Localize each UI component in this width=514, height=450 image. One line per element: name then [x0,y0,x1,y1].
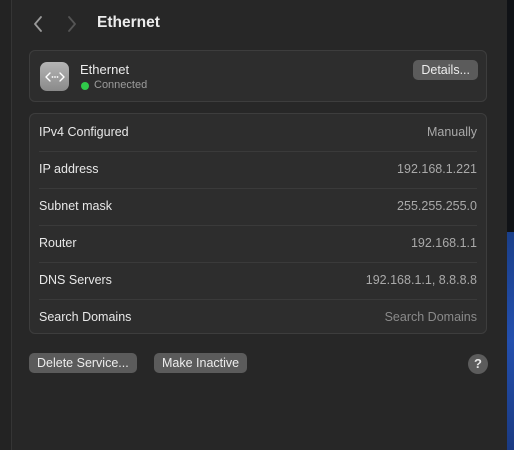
delete-service-button[interactable]: Delete Service... [29,353,137,373]
info-row-label: Subnet mask [39,199,112,213]
chevron-left-icon [34,16,42,32]
info-row-value: Manually [426,125,477,139]
info-row-label: IPv4 Configured [39,125,129,139]
service-name: Ethernet [80,62,130,77]
row-divider [39,262,477,263]
settings-pane: Ethernet Ethernet Connected Details... I… [12,0,507,450]
search-domains-field[interactable]: Search Domains [385,310,477,324]
connection-status-card: Ethernet Connected Details... [29,50,487,102]
desktop-edge [507,0,514,450]
toolbar: Ethernet [12,0,507,46]
info-row-value: 192.168.1.221 [397,162,477,176]
adjacent-sidebar-edge [0,0,12,450]
row-divider [39,225,477,226]
info-row-ip-address: IP address 192.168.1.221 [30,151,486,188]
info-row-value: 192.168.1.1 [410,236,477,250]
row-divider [39,151,477,152]
info-row-label: DNS Servers [39,273,112,287]
make-inactive-button[interactable]: Make Inactive [154,353,248,373]
desktop-wallpaper [507,232,514,450]
info-row-router: Router 192.168.1.1 [30,225,486,262]
info-row-label: Search Domains [39,310,132,324]
info-row-label: IP address [39,162,99,176]
info-row-search-domains: Search Domains Search Domains [30,299,486,336]
connected-indicator-icon [81,82,89,90]
forward-button[interactable] [62,13,82,35]
ethernet-port-icon [40,62,69,91]
info-row-dns-servers: DNS Servers 192.168.1.1, 8.8.8.8 [30,262,486,299]
row-divider [39,188,477,189]
connection-status: Connected [94,79,148,91]
info-row-value: 255.255.255.0 [397,199,477,213]
help-button[interactable]: ? [468,354,488,374]
page-title: Ethernet [97,14,160,31]
info-row-subnet-mask: Subnet mask 255.255.255.0 [30,188,486,225]
info-row-label: Router [39,236,77,250]
info-row-value: 192.168.1.1, 8.8.8.8 [365,273,477,287]
row-divider [39,299,477,300]
chevron-right-icon [68,16,76,32]
network-info-list: IPv4 Configured Manually IP address 192.… [29,113,487,334]
back-button[interactable] [28,13,48,35]
info-row-ipv4: IPv4 Configured Manually [30,114,486,151]
details-button[interactable]: Details... [413,60,478,80]
